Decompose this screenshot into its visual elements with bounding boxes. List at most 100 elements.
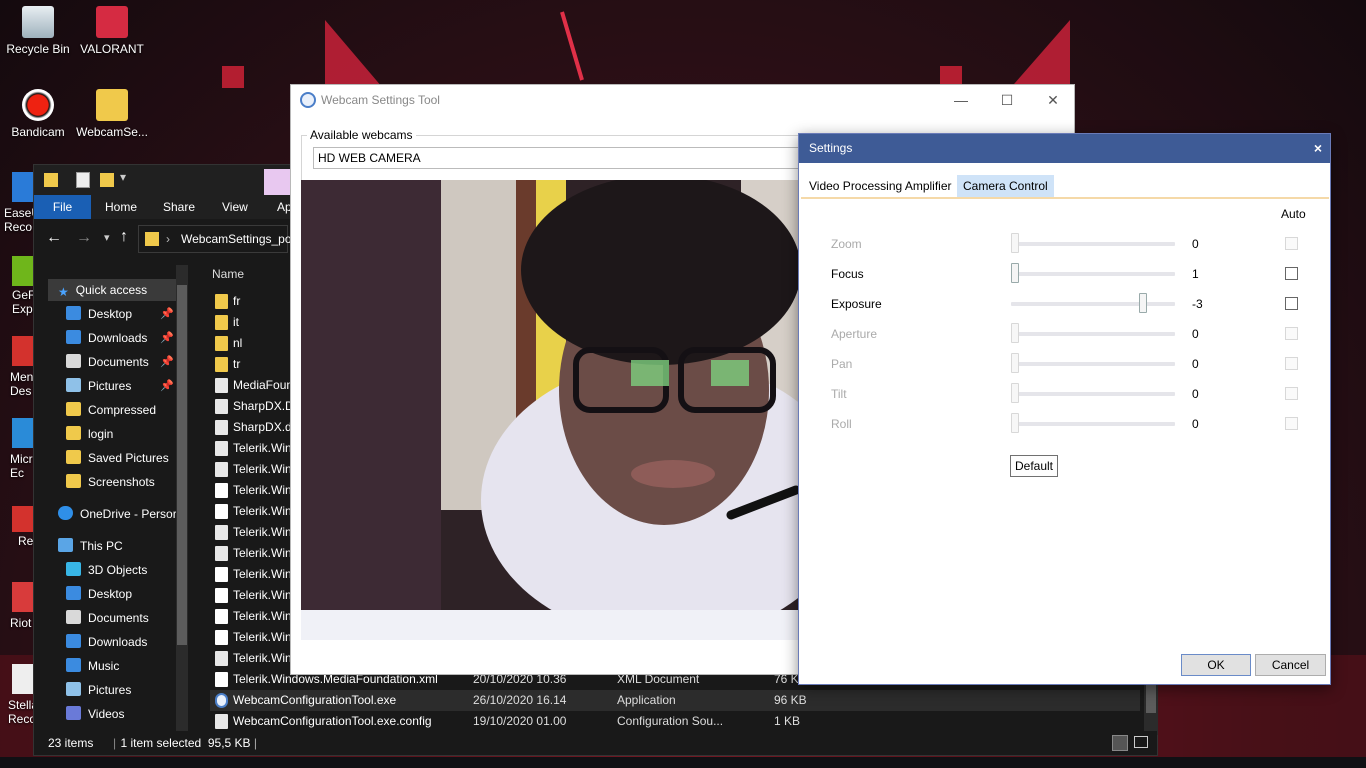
nav-item-pictures-pc[interactable]: Pictures [66,679,131,701]
back-icon[interactable]: ← [46,229,62,247]
desktop-icon-webcamsettings[interactable]: WebcamSe... [74,89,150,139]
control-slider-thumb[interactable] [1139,293,1147,313]
nav-label: Saved Pictures [88,451,169,465]
nav-item-screenshots[interactable]: Screenshots [66,471,155,493]
cancel-button[interactable]: Cancel [1255,654,1326,676]
nav-label: Screenshots [88,475,155,489]
recent-chevron-icon[interactable]: ▾ [104,231,110,244]
control-slider-track[interactable] [1011,272,1175,276]
nav-item-documents-pc[interactable]: Documents [66,607,149,629]
tab-video-processing-amplifier[interactable]: Video Processing Amplifier [803,175,958,197]
pin-icon[interactable]: 📌 [160,307,174,320]
nav-item-desktop-pc[interactable]: Desktop [66,583,132,605]
pin-icon[interactable]: 📌 [160,379,174,392]
desktop-icon-recycle-bin[interactable]: Recycle Bin [0,6,76,56]
geforce-icon[interactable] [12,256,33,286]
nav-item-downloads-pc[interactable]: Downloads [66,631,147,653]
auto-column-header: Auto [1281,207,1306,221]
nav-item-compressed[interactable]: Compressed [66,399,156,421]
up-icon[interactable]: ↑ [120,228,128,246]
control-slider-track [1011,392,1175,396]
nav-item-saved-pictures[interactable]: Saved Pictures [66,447,169,469]
pictures-icon [66,682,81,696]
column-header-name[interactable]: Name [212,267,244,281]
chevron-down-icon[interactable]: ▾ [120,170,126,184]
properties-icon[interactable] [76,172,90,188]
folder-icon[interactable] [44,173,58,187]
auto-checkbox [1285,387,1298,400]
nav-item-login[interactable]: login [66,423,113,445]
file-icon [215,525,228,540]
tab-view[interactable]: View [208,195,262,219]
desktop-icon-bandicam[interactable]: Bandicam [0,89,76,139]
easeus-icon[interactable] [12,172,33,202]
pictures-icon [66,378,81,392]
nav-label: login [88,427,114,441]
nav-onedrive[interactable]: OneDrive - Persor [58,503,177,525]
nav-item-music[interactable]: Music [66,655,119,677]
close-button[interactable]: ✕ [1030,85,1076,116]
edge-icon[interactable] [12,418,33,448]
nav-scrollbar[interactable] [176,265,188,735]
tab-share[interactable]: Share [149,195,209,219]
control-slider-track[interactable] [1011,302,1175,306]
nav-scrollbar-thumb[interactable] [177,285,187,645]
auto-checkbox[interactable] [1285,267,1298,280]
nav-item-documents[interactable]: Documents [66,351,149,373]
default-button[interactable]: Default [1010,455,1058,477]
folder-icon [145,232,159,246]
nav-label: Music [88,659,120,673]
documents-icon [66,610,81,624]
file-icon [215,483,228,498]
settings-close-icon[interactable]: × [1314,134,1322,163]
large-icons-view-icon[interactable] [1134,736,1148,748]
download-icon [66,634,81,648]
control-slider-thumb [1011,323,1019,343]
file-row[interactable]: WebcamConfigurationTool.exe 26/10/2020 16… [210,690,1140,711]
nav-item-downloads[interactable]: Downloads [66,327,147,349]
maximize-button[interactable]: ☐ [984,85,1030,116]
nav-item-desktop[interactable]: Desktop [66,303,132,325]
address-bar[interactable]: › WebcamSettings_por [138,225,296,253]
valorant-icon [96,6,128,38]
webcam-select[interactable]: HD WEB CAMERA ▼ [313,147,811,169]
tab-camera-control[interactable]: Camera Control [957,175,1054,197]
nav-quick-access[interactable]: ★ Quick access [48,279,186,301]
nav-item-pictures[interactable]: Pictures [66,375,131,397]
forward-icon[interactable]: → [76,229,92,247]
application-icon [215,693,228,708]
details-view-icon[interactable] [1112,735,1128,751]
file-icon [215,609,228,624]
folder-icon [66,474,81,488]
desktop-icon-valorant[interactable]: VALORANT [74,6,150,56]
tab-file[interactable]: File [34,195,91,219]
minimize-button[interactable]: — [938,85,984,116]
folder-icon [66,426,81,440]
auto-checkbox [1285,327,1298,340]
desktop-icon-stellar[interactable]: Stella Reco [4,664,34,730]
desktop-icon-label: Micr Ec [10,452,33,480]
control-slider-thumb[interactable] [1011,263,1019,283]
desktop-icon-label: Men Des [10,370,33,398]
nav-label: Desktop [88,307,133,321]
nav-this-pc[interactable]: This PC [58,535,123,557]
riot-icon[interactable] [12,582,33,612]
tab-home[interactable]: Home [91,195,151,219]
auto-checkbox[interactable] [1285,297,1298,310]
nav-item-videos[interactable]: Videos [66,703,124,725]
nav-item-3d-objects[interactable]: 3D Objects [66,559,147,581]
file-size: 1 KB [774,714,801,728]
ok-button[interactable]: OK [1181,654,1251,676]
pin-icon[interactable]: 📌 [160,331,174,344]
app-icon[interactable] [12,336,33,366]
file-row[interactable]: WebcamConfigurationTool.exe.config 19/10/… [210,711,1140,732]
record-icon[interactable] [12,506,33,532]
file-icon [215,630,228,645]
control-value: 0 [1192,417,1199,431]
file-name: Telerik.Wind [233,462,299,476]
new-folder-icon[interactable] [100,173,114,187]
pin-icon[interactable]: 📌 [160,355,174,368]
desktop-icon-label: VALORANT [80,42,144,56]
bandicam-icon [22,89,54,121]
scrollbar-thumb[interactable] [1146,685,1156,713]
